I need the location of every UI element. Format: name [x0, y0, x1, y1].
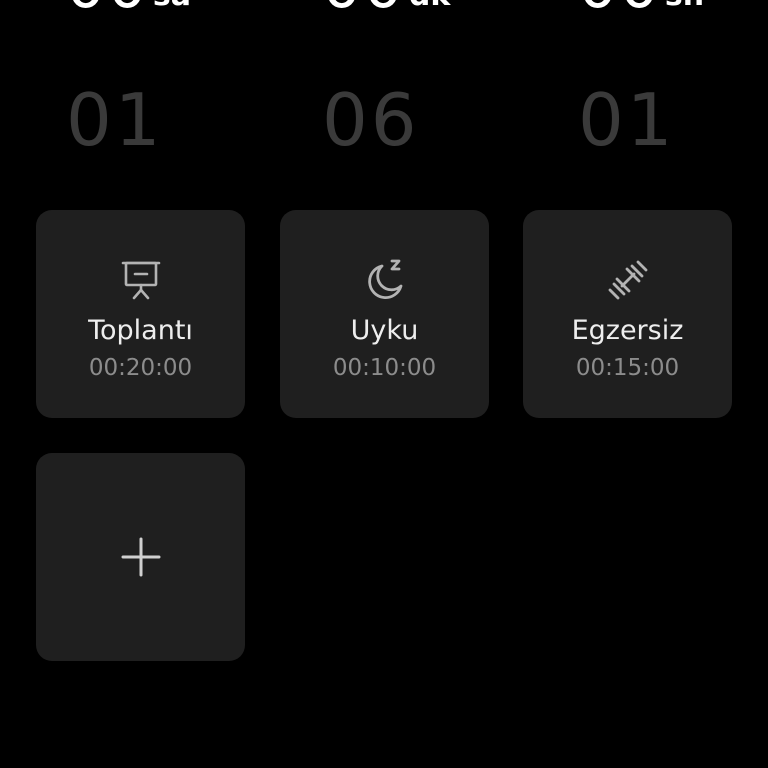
preset-tile-exercise[interactable]: Egzersiz 00:15:00: [523, 210, 732, 418]
preset-name: Toplantı: [88, 315, 193, 346]
preset-time: 00:10:00: [332, 355, 437, 381]
dumbbell-icon: [606, 258, 650, 302]
hours-next-value[interactable]: 01: [66, 82, 164, 158]
minutes-unit: dk: [409, 0, 450, 16]
preset-time: 00:15:00: [575, 355, 680, 381]
minutes-next-value[interactable]: 06: [322, 82, 420, 158]
plus-icon: [121, 537, 161, 577]
hours-value: 00: [66, 0, 149, 17]
preset-name: Egzersiz: [571, 315, 684, 346]
seconds-next-value[interactable]: 01: [578, 82, 676, 158]
minutes-value: 00: [322, 0, 405, 17]
seconds-unit: sn: [665, 0, 704, 16]
picker-current-row: 00 sa 00 dk 00 sn: [0, 0, 768, 17]
preset-tile-meeting[interactable]: Toplantı 00:20:00: [36, 210, 245, 418]
moon-sleep-icon: [363, 258, 407, 302]
minutes-picker[interactable]: 00 dk: [322, 0, 450, 17]
hours-picker[interactable]: 00 sa: [66, 0, 191, 17]
hours-unit: sa: [153, 0, 191, 16]
seconds-picker[interactable]: 00 sn: [578, 0, 704, 17]
timer-screen: 00 sa 00 dk 00 sn 01 06 01 Toplantı 00:: [0, 0, 768, 768]
preset-time: 00:20:00: [88, 355, 193, 381]
preset-tile-sleep[interactable]: Uyku 00:10:00: [280, 210, 489, 418]
seconds-value: 00: [578, 0, 661, 17]
preset-name: Uyku: [350, 315, 419, 346]
presentation-board-icon: [119, 258, 163, 302]
add-preset-button[interactable]: [36, 453, 245, 661]
